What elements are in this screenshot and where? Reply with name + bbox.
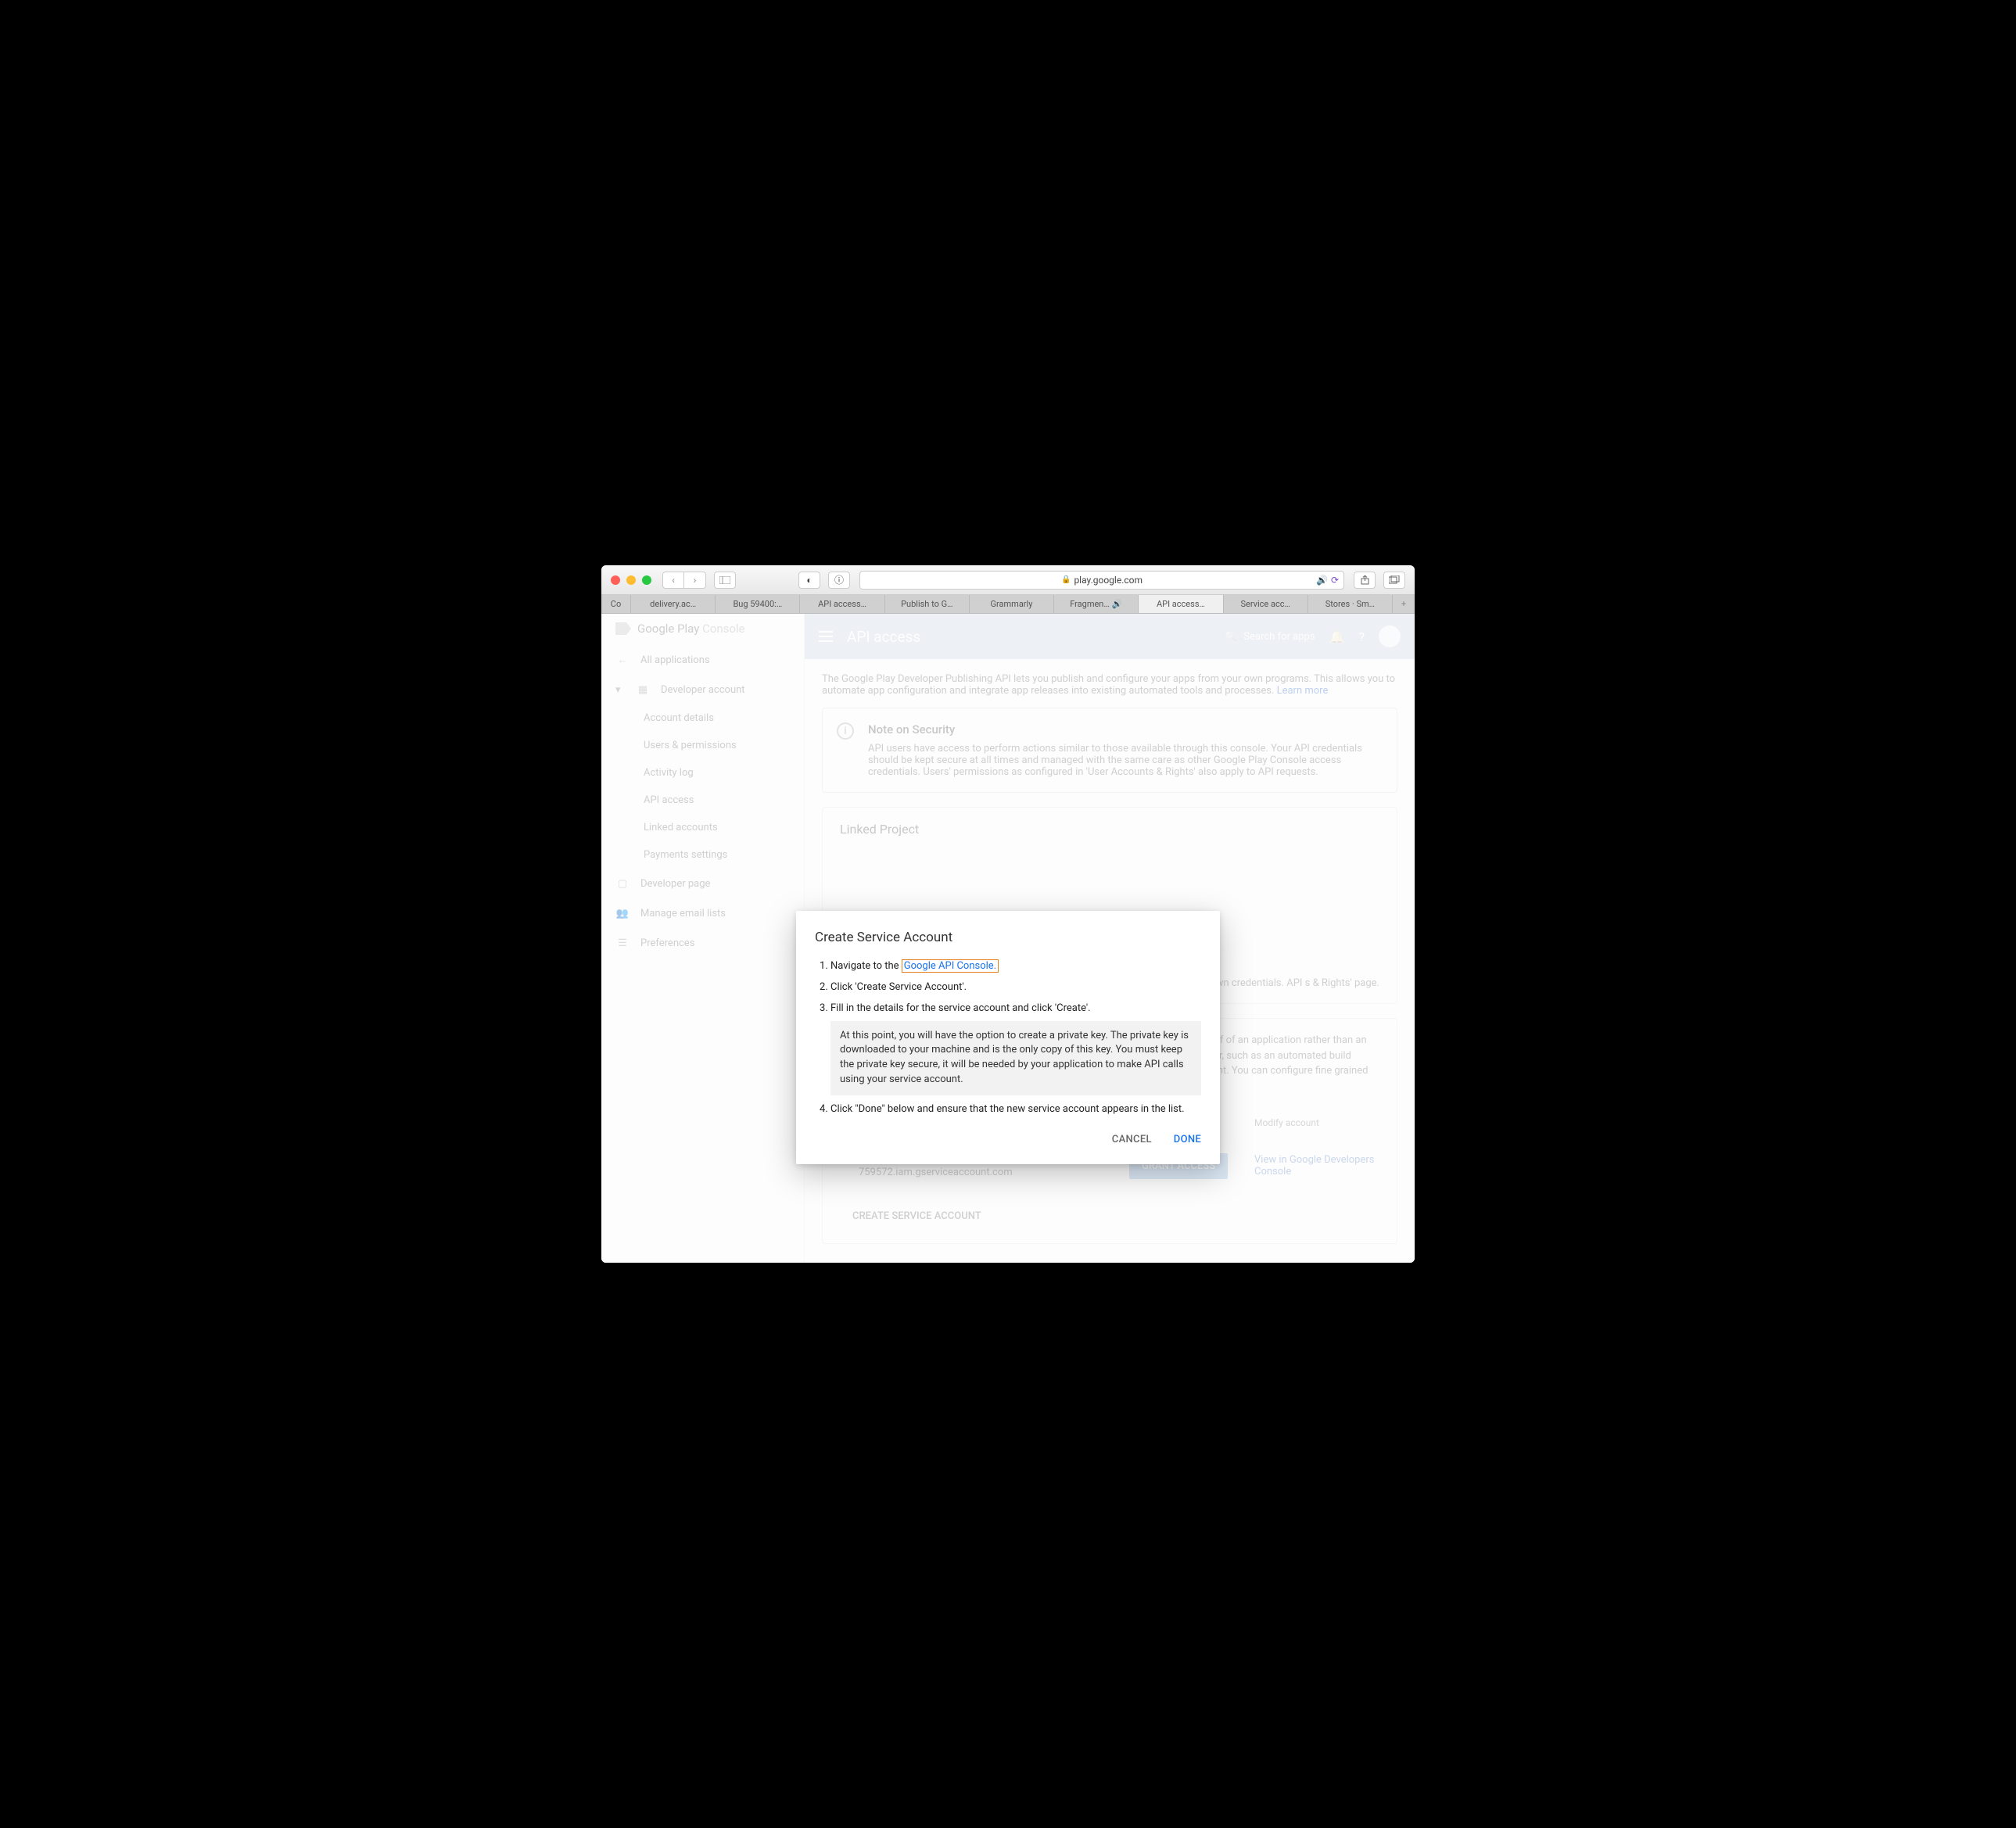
dialog-title: Create Service Account xyxy=(815,930,1201,945)
toolbar-extensions: ◐ ⓘ xyxy=(798,572,850,589)
browser-window: ‹ › ◐ ⓘ 🔒 play.google.com 🔊 ⟳ xyxy=(601,565,1415,1263)
titlebar-right xyxy=(1354,572,1405,589)
dialog-steps: Navigate to the Google API Console. Clic… xyxy=(815,959,1201,1117)
window-controls xyxy=(611,575,651,585)
browser-tab[interactable]: API access… xyxy=(800,595,884,613)
cancel-button[interactable]: CANCEL xyxy=(1112,1134,1152,1145)
tabs-button[interactable] xyxy=(1383,572,1405,589)
forward-button[interactable]: › xyxy=(684,572,706,589)
back-button[interactable]: ‹ xyxy=(662,572,684,589)
url-bar[interactable]: 🔒 play.google.com 🔊 ⟳ xyxy=(859,571,1344,590)
step-2: Click 'Create Service Account'. xyxy=(830,980,1201,995)
maximize-window-button[interactable] xyxy=(642,575,651,585)
browser-tab[interactable]: Publish to G… xyxy=(885,595,970,613)
browser-tab[interactable]: Bug 59400:… xyxy=(716,595,800,613)
share-button[interactable] xyxy=(1354,572,1376,589)
url-text: play.google.com xyxy=(1074,575,1143,586)
audio-icon[interactable]: 🔊 xyxy=(1316,575,1328,586)
lock-icon: 🔒 xyxy=(1061,575,1071,584)
dialog-actions: CANCEL DONE xyxy=(815,1134,1201,1145)
close-window-button[interactable] xyxy=(611,575,620,585)
browser-tab[interactable]: Fragmen… 🔊 xyxy=(1054,595,1139,613)
step-1: Navigate to the Google API Console. xyxy=(830,959,1201,973)
step-4: Click "Done" below and ensure that the n… xyxy=(830,1102,1201,1117)
step-3-note: At this point, you will have the option … xyxy=(830,1021,1201,1095)
browser-tab-active[interactable]: API access… xyxy=(1139,595,1223,613)
browser-tab[interactable]: Co xyxy=(601,595,631,613)
tab-strip: Co delivery.ac… Bug 59400:… API access… … xyxy=(601,595,1415,614)
titlebar: ‹ › ◐ ⓘ 🔒 play.google.com 🔊 ⟳ xyxy=(601,565,1415,595)
extension-button-1[interactable]: ◐ xyxy=(798,572,820,589)
nav-buttons: ‹ › xyxy=(662,572,706,589)
step-3: Fill in the details for the service acco… xyxy=(830,1002,1201,1095)
done-button[interactable]: DONE xyxy=(1174,1134,1201,1145)
browser-tab[interactable]: Service acc… xyxy=(1224,595,1308,613)
share-icon xyxy=(1361,575,1369,585)
tabs-icon xyxy=(1389,575,1400,584)
sidebar-icon xyxy=(719,576,730,584)
browser-tab[interactable]: delivery.ac… xyxy=(631,595,716,613)
browser-tab[interactable]: Grammarly xyxy=(970,595,1054,613)
sidebar-toggle-button[interactable] xyxy=(714,572,736,589)
browser-tab[interactable]: Stores · Sm… xyxy=(1308,595,1393,613)
reader-controls: 🔊 ⟳ xyxy=(1316,575,1339,586)
minimize-window-button[interactable] xyxy=(626,575,636,585)
google-api-console-link[interactable]: Google API Console. xyxy=(902,959,999,973)
reload-icon[interactable]: ⟳ xyxy=(1331,575,1339,586)
create-service-account-dialog: Create Service Account Navigate to the G… xyxy=(796,911,1220,1164)
page-content: Google Play Console ← All applications ▾… xyxy=(601,614,1415,1263)
extension-button-2[interactable]: ⓘ xyxy=(828,572,850,589)
new-tab-button[interactable]: + xyxy=(1393,595,1415,613)
